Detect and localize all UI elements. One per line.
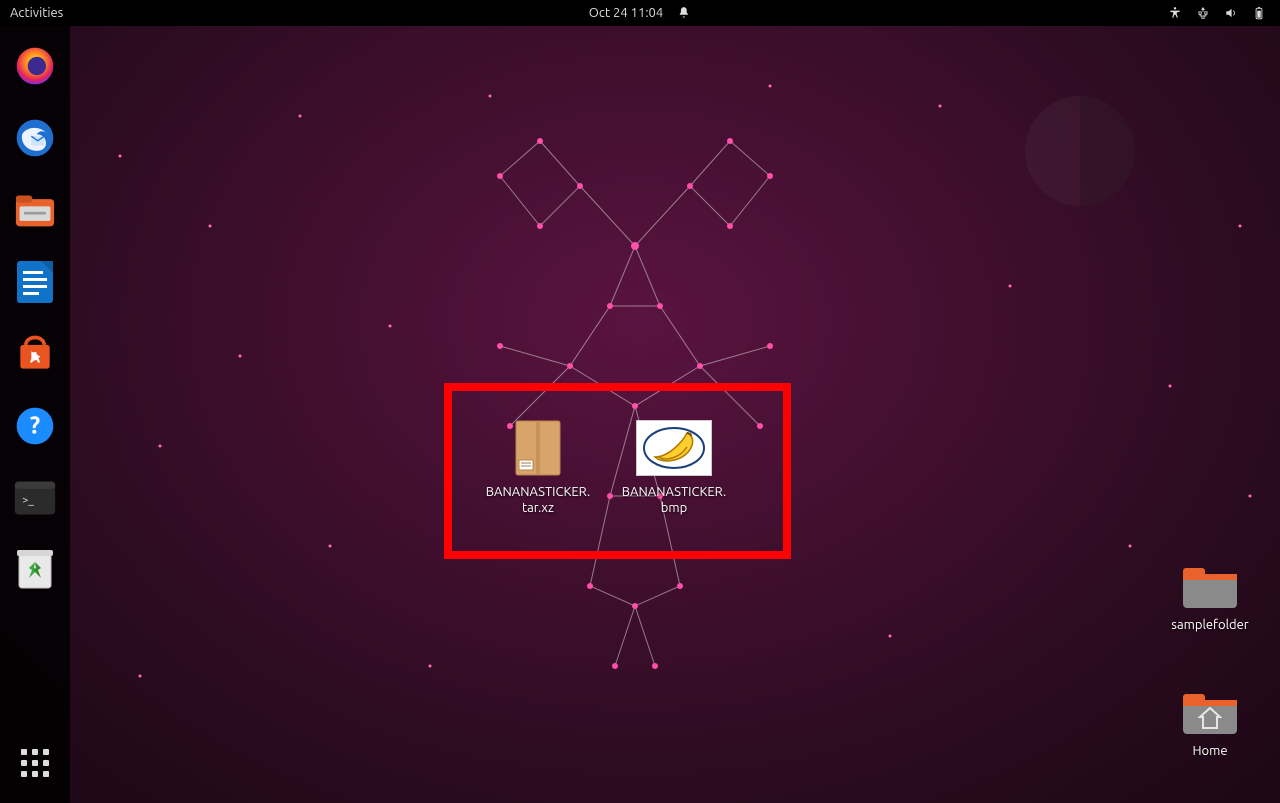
- volume-icon[interactable]: [1224, 6, 1238, 20]
- wallpaper-art: [70, 26, 1280, 803]
- folder-label: samplefolder: [1171, 618, 1248, 632]
- folder-label: Home: [1192, 744, 1227, 758]
- power-battery-icon[interactable]: [1252, 6, 1266, 20]
- help-icon: ?: [13, 404, 57, 448]
- image-thumbnail-icon: [636, 420, 712, 476]
- dock-writer[interactable]: [11, 258, 59, 306]
- accessibility-icon[interactable]: [1168, 6, 1182, 20]
- dock-trash[interactable]: [11, 546, 59, 594]
- clock[interactable]: Oct 24 11:04: [589, 6, 663, 20]
- desktop-icon-label: BANANASTICKER. tar.xz: [486, 484, 590, 517]
- top-bar: Activities Oct 24 11:04: [0, 0, 1280, 26]
- dock-firefox[interactable]: [11, 42, 59, 90]
- desktop-folder-samplefolder[interactable]: samplefolder: [1160, 562, 1260, 632]
- network-icon[interactable]: [1196, 6, 1210, 20]
- dock-ubuntu-software[interactable]: A: [11, 330, 59, 378]
- desktop-icon-bananasticker-image[interactable]: BANANASTICKER. bmp: [614, 420, 734, 517]
- ubuntu-software-icon: A: [13, 332, 57, 376]
- dock-files[interactable]: [11, 186, 59, 234]
- desktop-icon-bananasticker-archive[interactable]: BANANASTICKER. tar.xz: [478, 420, 598, 517]
- activities-button[interactable]: Activities: [0, 6, 63, 20]
- thunderbird-icon: [13, 116, 57, 160]
- dock-thunderbird[interactable]: [11, 114, 59, 162]
- show-applications-button[interactable]: [15, 743, 55, 783]
- dock-terminal[interactable]: >_: [11, 474, 59, 522]
- desktop[interactable]: BANANASTICKER. tar.xz BANANASTICKER. bmp…: [70, 26, 1280, 803]
- home-folder-icon: [1180, 688, 1240, 738]
- terminal-icon: >_: [13, 479, 57, 517]
- folder-icon: [1180, 562, 1240, 612]
- svg-text:>_: >_: [22, 495, 34, 507]
- notifications-icon[interactable]: [677, 6, 691, 20]
- desktop-folder-home[interactable]: Home: [1160, 688, 1260, 758]
- trash-icon: [15, 548, 55, 592]
- libreoffice-writer-icon: [15, 259, 55, 305]
- svg-text:?: ?: [30, 411, 40, 438]
- dock-help[interactable]: ?: [11, 402, 59, 450]
- firefox-icon: [13, 44, 57, 88]
- dock: A ? >_: [0, 26, 70, 803]
- archive-icon: [510, 420, 566, 476]
- svg-text:A: A: [30, 348, 41, 365]
- desktop-icon-label: BANANASTICKER. bmp: [622, 484, 726, 517]
- files-icon: [13, 190, 57, 230]
